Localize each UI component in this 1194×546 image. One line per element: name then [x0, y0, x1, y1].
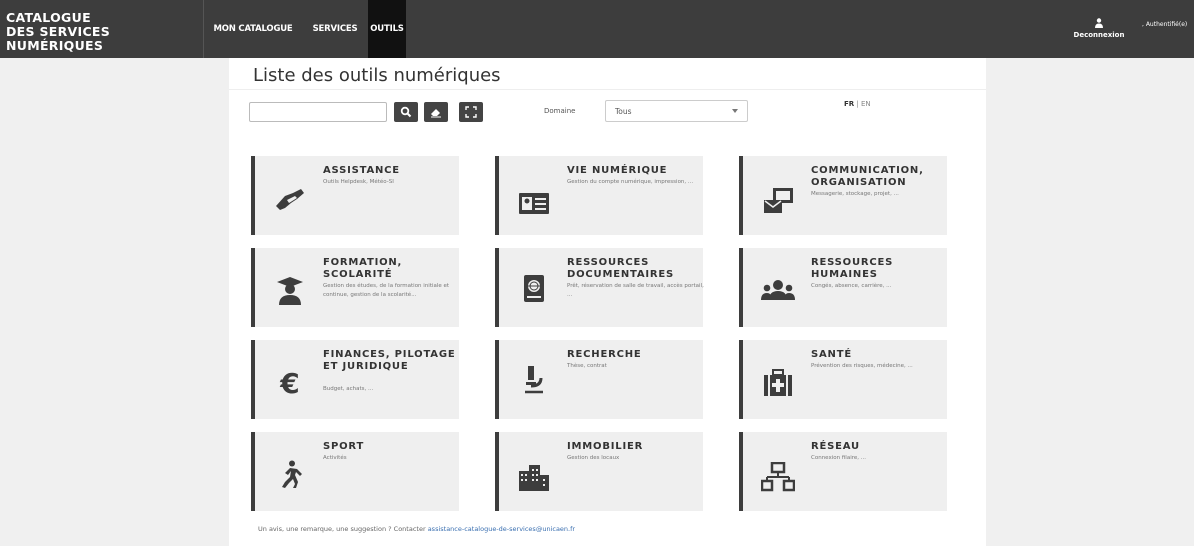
card-description: Gestion des études, de la formation init… — [323, 283, 450, 298]
card-title: RÉSEAU — [811, 441, 860, 452]
network-icon — [761, 462, 795, 492]
page-title: Liste des outils numériques — [253, 65, 501, 86]
card-description: Outils Helpdesk, Météo-SI — [323, 179, 394, 185]
language-switcher: FR | EN — [844, 100, 871, 108]
logout-label: Deconnexion — [1073, 31, 1125, 39]
user-icon — [1095, 18, 1103, 28]
card-title: SPORT — [323, 441, 365, 452]
buildings-icon — [519, 465, 549, 491]
domain-select[interactable]: Tous — [605, 100, 748, 122]
card-description: Gestion du compte numérique, impression,… — [567, 179, 694, 185]
users-icon — [761, 280, 795, 300]
expand-icon — [465, 106, 477, 118]
search-input[interactable] — [249, 102, 387, 122]
logout-button[interactable]: Deconnexion — [1063, 18, 1135, 39]
domain-label: Domaine — [544, 107, 576, 115]
card-description: Messagerie, stockage, projet, ... — [811, 191, 899, 197]
brand-line-1: CATALOGUE — [6, 10, 91, 25]
card-title: ASSISTANCE — [323, 165, 400, 176]
footer-text: Un avis, une remarque, une suggestion ? … — [258, 525, 428, 533]
card-title: RESSOURCES HUMAINES — [811, 257, 894, 280]
card-ressources-documentaires[interactable]: RESSOURCES DOCUMENTAIRES Prêt, réservati… — [495, 248, 704, 327]
chevron-down-icon — [732, 109, 738, 113]
title-divider — [229, 89, 986, 90]
card-communication[interactable]: COMMUNICATION, ORGANISATION Messagerie, … — [739, 156, 947, 235]
card-description: Congés, absence, carrière, ... — [811, 283, 892, 289]
card-title: VIE NUMÉRIQUE — [567, 165, 668, 176]
card-title: COMMUNICATION, ORGANISATION — [811, 165, 924, 188]
medkit-icon — [764, 369, 792, 396]
nav-services[interactable]: SERVICES — [304, 0, 366, 58]
card-finances[interactable]: € FINANCES, PILOTAGE ET JURIDIQUE Budget… — [251, 340, 459, 419]
search-button[interactable] — [394, 102, 418, 122]
card-description: Prévention des risques, médecine, ... — [811, 363, 913, 369]
card-description: Budget, achats, ... — [323, 386, 374, 392]
card-immobilier[interactable]: IMMOBILIER Gestion des locaux — [495, 432, 703, 511]
nav-outils[interactable]: OUTILS — [368, 0, 406, 58]
lang-separator: | — [856, 100, 859, 108]
card-description: Connexion filaire, ... — [811, 455, 867, 461]
book-globe-icon — [524, 275, 544, 302]
eraser-button[interactable] — [424, 102, 448, 122]
card-title: IMMOBILIER — [567, 441, 644, 452]
card-description: Gestion des locaux — [567, 455, 620, 461]
eraser-icon — [431, 109, 441, 118]
search-icon — [400, 106, 412, 118]
card-description: Activités — [323, 455, 347, 461]
card-formation[interactable]: FORMATION, SCOLARITÉ Gestion des études,… — [251, 248, 459, 327]
main-panel: Liste des outils numériques Domaine Tous… — [229, 58, 986, 546]
site-brand[interactable]: CATALOGUE DES SERVICES NUMÉRIQUES — [0, 0, 204, 58]
footer-feedback: Un avis, une remarque, une suggestion ? … — [258, 525, 575, 533]
card-description: Prêt, réservation de salle de travail, a… — [567, 283, 704, 298]
card-assistance[interactable]: ASSISTANCE Outils Helpdesk, Météo-SI — [251, 156, 459, 235]
svg-text:€: € — [279, 368, 299, 398]
card-sante[interactable]: SANTÉ Prévention des risques, médecine, … — [739, 340, 947, 419]
id-card-icon — [519, 193, 549, 214]
euro-icon: € — [279, 368, 299, 398]
lang-fr-link[interactable]: FR — [844, 100, 854, 108]
lang-en-link[interactable]: EN — [861, 100, 871, 108]
card-title: RECHERCHE — [567, 349, 642, 360]
card-sport[interactable]: SPORT Activités — [251, 432, 459, 511]
running-icon — [282, 460, 302, 488]
brand-line-2: DES SERVICES NUMÉRIQUES — [6, 24, 111, 53]
card-title: FINANCES, PILOTAGE ET JURIDIQUE — [323, 349, 456, 372]
card-vie-numerique[interactable]: VIE NUMÉRIQUE Gestion du compte numériqu… — [495, 156, 703, 235]
card-title: SANTÉ — [811, 349, 852, 360]
handshake-icon — [276, 189, 304, 210]
card-title: RESSOURCES DOCUMENTAIRES — [567, 257, 675, 280]
card-ressources-humaines[interactable]: RESSOURCES HUMAINES Congés, absence, car… — [739, 248, 947, 327]
nav-mon-catalogue[interactable]: MON CATALOGUE — [205, 0, 301, 58]
contact-email-link[interactable]: assistance-catalogue-de-services@unicaen… — [428, 525, 575, 533]
top-navigation-bar: CATALOGUE DES SERVICES NUMÉRIQUES MON CA… — [0, 0, 1194, 58]
user-name: , Authentifié(e) — [1142, 21, 1188, 28]
fullscreen-button[interactable] — [459, 102, 483, 122]
card-reseau[interactable]: RÉSEAU Connexion filaire, ... — [739, 432, 947, 511]
envelope-monitor-icon — [764, 188, 793, 213]
card-description: Thèse, contrat — [567, 363, 607, 369]
microscope-icon — [525, 366, 543, 394]
graduate-icon — [277, 277, 303, 305]
card-recherche[interactable]: RECHERCHE Thèse, contrat — [495, 340, 703, 419]
domain-selected-value: Tous — [615, 107, 632, 116]
card-title: FORMATION, SCOLARITÉ — [323, 257, 403, 280]
